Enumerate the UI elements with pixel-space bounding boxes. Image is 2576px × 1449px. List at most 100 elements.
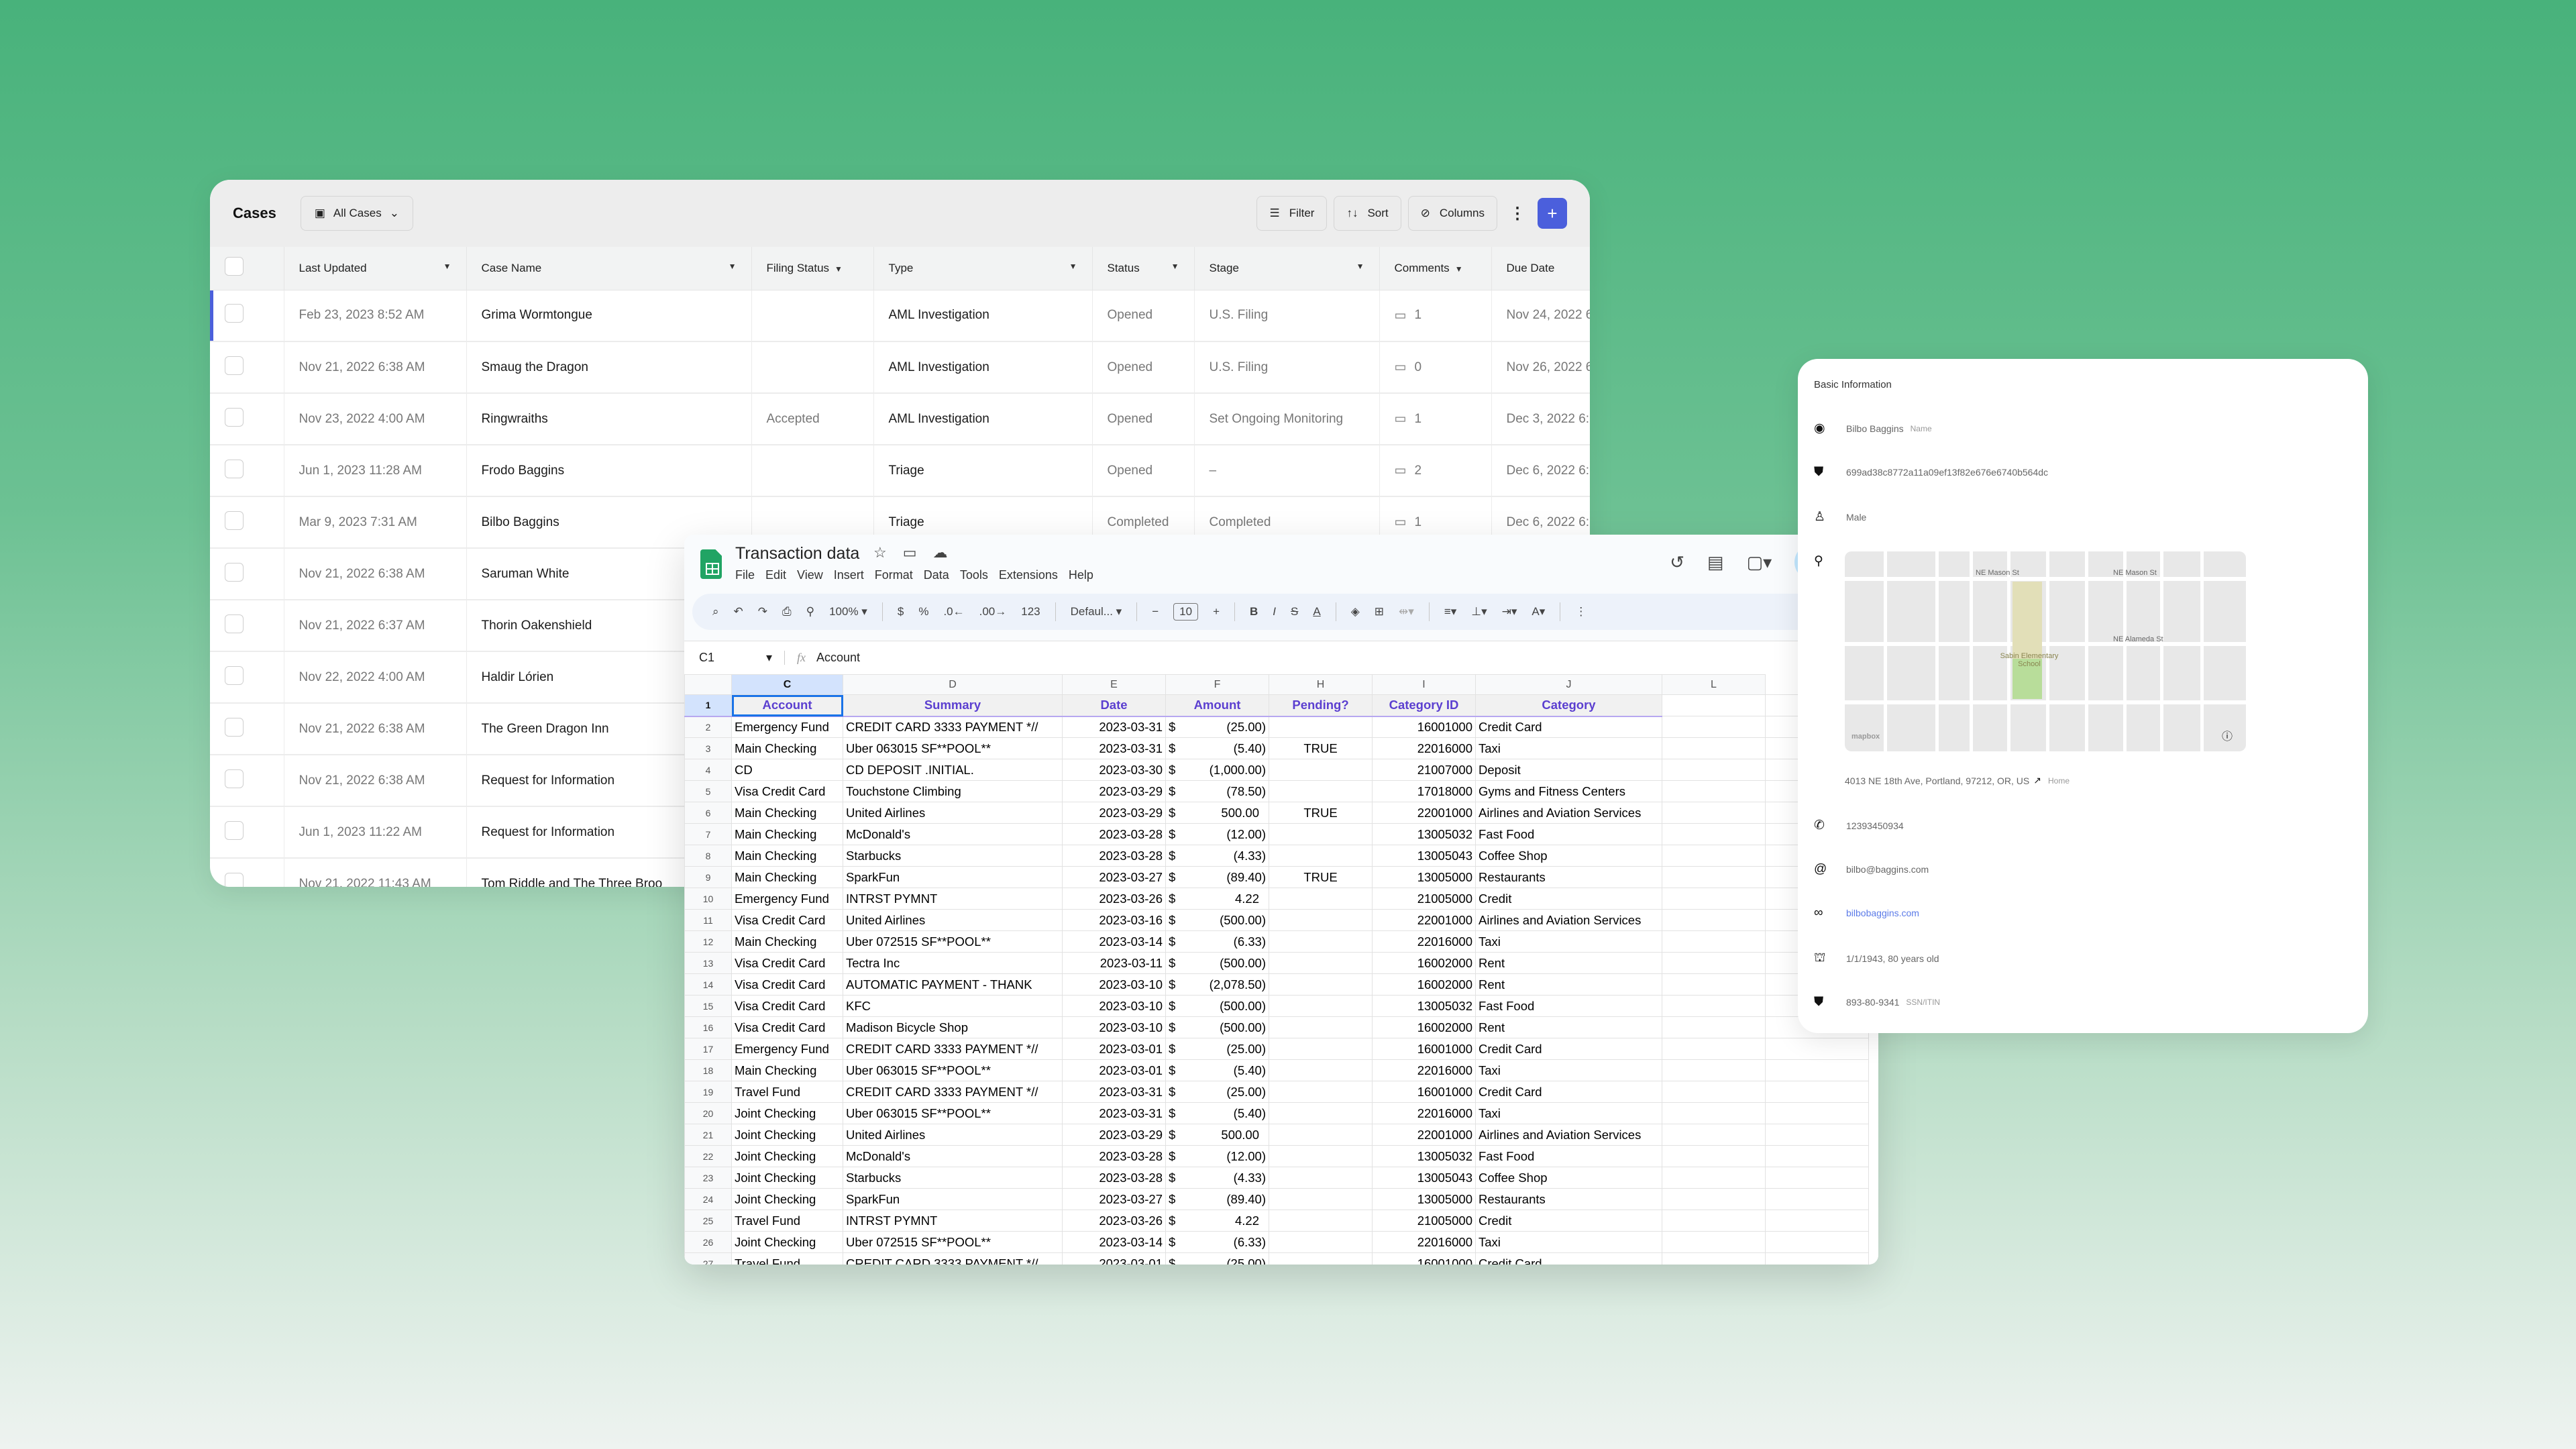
cell[interactable]: AUTOMATIC PAYMENT - THANK [843,973,1063,996]
cell[interactable]: 2023-03-27 [1062,866,1166,888]
cell[interactable]: Taxi [1475,1102,1662,1124]
search-icon[interactable]: ⌕ [712,605,719,619]
cell[interactable]: Main Checking [731,845,843,867]
cell[interactable] [1269,1102,1373,1124]
cell[interactable]: Taxi [1475,1231,1662,1253]
cell[interactable]: 2023-03-30 [1062,759,1166,781]
row-number[interactable]: 19 [684,1081,732,1103]
cell[interactable]: TRUE [1269,737,1373,759]
cell[interactable] [1269,1188,1373,1210]
header-cell[interactable]: Category [1475,694,1662,717]
row-number[interactable]: 24 [684,1188,732,1210]
cell[interactable]: Airlines and Aviation Services [1475,802,1662,824]
empty-cell[interactable] [1662,845,1766,867]
empty-cell[interactable] [1765,1145,1869,1167]
empty-cell[interactable] [1765,1059,1869,1081]
address-map[interactable]: NE Mason St NE Mason St NE Alameda St Sa… [1845,551,2246,751]
cell[interactable]: Restaurants [1475,1188,1662,1210]
cell[interactable]: 2023-03-14 [1062,1231,1166,1253]
cell[interactable]: Tectra Inc [843,952,1063,974]
cell[interactable] [1269,973,1373,996]
cell[interactable]: Emergency Fund [731,1038,843,1060]
cell[interactable]: INTRST PYMNT [843,888,1063,910]
cell[interactable] [1269,909,1373,931]
meet-icon[interactable]: ▢▾ [1747,552,1772,573]
cell[interactable]: Coffee Shop [1475,1167,1662,1189]
cell[interactable]: $ (500.00) [1165,1016,1269,1038]
empty-cell[interactable] [1662,694,1766,716]
decrease-font-size-icon[interactable]: − [1152,605,1159,619]
menu-tools[interactable]: Tools [960,568,988,582]
row-number[interactable]: 5 [684,780,732,802]
cell[interactable]: Travel Fund [731,1252,843,1265]
cell[interactable]: 2023-03-10 [1062,973,1166,996]
empty-cell[interactable] [1662,780,1766,802]
column-header[interactable]: Last Updated ▼ [284,247,467,290]
cell[interactable]: Credit [1475,1210,1662,1232]
sort-arrow-icon[interactable]: ▼ [835,264,843,274]
cell[interactable]: Airlines and Aviation Services [1475,909,1662,931]
cell[interactable]: 22001000 [1372,1124,1476,1146]
cell[interactable]: $ (500.00) [1165,995,1269,1017]
empty-cell[interactable] [1662,759,1766,781]
name-box[interactable]: C1 ▾ [684,651,785,665]
empty-cell[interactable] [1662,1210,1766,1232]
cell[interactable]: $500.00 [1165,802,1269,824]
cell[interactable] [1269,1059,1373,1081]
cell[interactable]: 2023-03-16 [1062,909,1166,931]
cell[interactable] [1269,1210,1373,1232]
undo-icon[interactable]: ↶ [734,605,743,619]
cell[interactable]: United Airlines [843,802,1063,824]
percent-format-icon[interactable]: % [918,605,928,619]
cell[interactable]: Starbucks [843,845,1063,867]
row-checkbox[interactable] [210,445,284,497]
comments-icon[interactable]: ▤ [1707,552,1724,573]
empty-cell[interactable] [1662,1188,1766,1210]
empty-cell[interactable] [1662,1124,1766,1146]
menu-view[interactable]: View [797,568,823,582]
column-header[interactable]: Stage ▼ [1194,247,1380,290]
empty-cell[interactable] [1765,1252,1869,1265]
cell[interactable]: $ (25.00) [1165,1038,1269,1060]
sort-arrow-icon[interactable]: ▼ [729,262,737,271]
more-icon[interactable]: ⋮ [1575,605,1587,619]
empty-cell[interactable] [1662,952,1766,974]
cell[interactable]: 2023-03-29 [1062,802,1166,824]
column-header[interactable]: Status ▼ [1092,247,1195,290]
cell[interactable]: 2023-03-10 [1062,1016,1166,1038]
cell[interactable] [1269,845,1373,867]
empty-cell[interactable] [1662,1059,1766,1081]
cell[interactable] [1269,930,1373,953]
empty-cell[interactable] [1765,1038,1869,1060]
menu-format[interactable]: Format [875,568,913,582]
cell[interactable]: 21005000 [1372,888,1476,910]
cell[interactable] [1269,759,1373,781]
row-number[interactable]: 10 [684,888,732,910]
cell[interactable]: $ (5.40) [1165,1102,1269,1124]
bold-icon[interactable]: B [1250,605,1258,619]
cell[interactable]: Travel Fund [731,1081,843,1103]
cell[interactable]: Main Checking [731,823,843,845]
menu-help[interactable]: Help [1069,568,1093,582]
external-link-icon[interactable]: ↗ [2033,775,2041,786]
row-checkbox[interactable] [210,341,284,394]
cell[interactable]: Restaurants [1475,866,1662,888]
more-options-icon[interactable]: ⋮ [1504,204,1531,223]
cell[interactable]: Joint Checking [731,1231,843,1253]
cell[interactable]: 2023-03-01 [1062,1252,1166,1265]
increase-font-size-icon[interactable]: + [1213,605,1220,619]
text-wrap-icon[interactable]: ⇥▾ [1502,605,1517,619]
cell[interactable]: 16001000 [1372,1081,1476,1103]
add-case-button[interactable]: + [1538,198,1567,229]
sort-arrow-icon[interactable]: ▼ [1171,262,1179,271]
cell[interactable]: Visa Credit Card [731,973,843,996]
sheet-grid[interactable]: C D E F H I J L 1 Account Summary Date Amount Pending… [684,674,1878,1265]
column-letter[interactable]: L [1662,674,1766,695]
cell[interactable]: 16001000 [1372,716,1476,738]
cell[interactable]: Rent [1475,1016,1662,1038]
cell[interactable]: Credit Card [1475,1038,1662,1060]
cell[interactable] [1269,1231,1373,1253]
cell[interactable] [1269,823,1373,845]
cell[interactable] [1269,1167,1373,1189]
header-cell[interactable]: Summary [843,694,1063,717]
